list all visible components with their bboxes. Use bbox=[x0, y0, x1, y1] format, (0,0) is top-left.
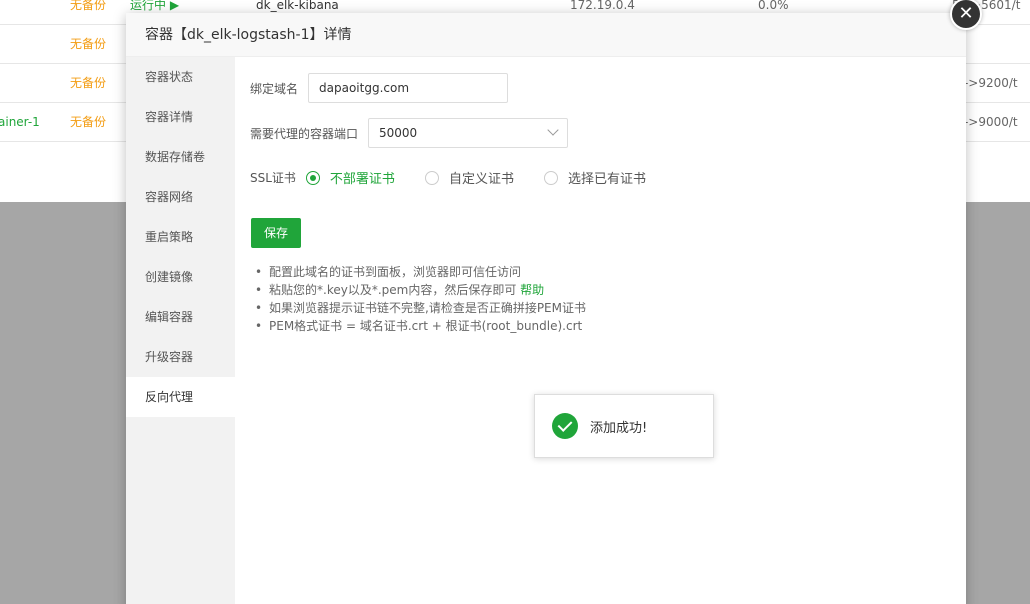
tips-list: 配置此域名的证书到面板，浏览器即可信任访问 粘贴您的*.key以及*.pem内容… bbox=[255, 263, 586, 335]
radio-checked-icon bbox=[305, 170, 320, 185]
sidebar-item-status[interactable]: 容器状态 bbox=[126, 57, 235, 97]
radio-icon bbox=[543, 170, 558, 185]
save-button[interactable]: 保存 bbox=[251, 218, 301, 248]
container-name[interactable]: ainer-1 bbox=[0, 103, 40, 142]
reverse-proxy-panel: 绑定域名 dapaoitgg.com 需要代理的容器端口 50000 SSL证书… bbox=[235, 57, 966, 604]
port-row: 需要代理的容器端口 50000 bbox=[250, 118, 569, 148]
success-toast: 添加成功! bbox=[534, 394, 714, 458]
help-link[interactable]: 帮助 bbox=[520, 283, 544, 297]
backup-status: 无备份 bbox=[70, 0, 107, 12]
sidebar-item-restart-policy[interactable]: 重启策略 bbox=[126, 217, 235, 257]
sidebar-item-edit-container[interactable]: 编辑容器 bbox=[126, 297, 235, 337]
ssl-row: SSL证书 不部署证书 自定义证书 选择已有证书 bbox=[250, 168, 676, 187]
ssl-option-existing[interactable]: 选择已有证书 bbox=[543, 168, 646, 187]
port-select[interactable]: 50000 bbox=[368, 118, 569, 148]
check-icon bbox=[552, 413, 578, 439]
container-detail-modal: 容器【dk_elk-logstash-1】详情 容器状态 容器详情 数据存储卷 … bbox=[126, 13, 966, 604]
tip-item: 如果浏览器提示证书链不完整,请检查是否正确拼接PEM证书 bbox=[255, 299, 586, 317]
backup-status: 无备份 bbox=[70, 115, 107, 129]
tip-item: 配置此域名的证书到面板，浏览器即可信任访问 bbox=[255, 263, 586, 281]
backup-status: 无备份 bbox=[70, 76, 107, 90]
sidebar-item-volumes[interactable]: 数据存储卷 bbox=[126, 137, 235, 177]
modal-title: 容器【dk_elk-logstash-1】详情 bbox=[126, 13, 966, 57]
sidebar-item-upgrade-container[interactable]: 升级容器 bbox=[126, 337, 235, 377]
domain-label: 绑定域名 bbox=[250, 81, 299, 96]
sidebar-item-create-image[interactable]: 创建镜像 bbox=[126, 257, 235, 297]
radio-icon bbox=[424, 170, 439, 185]
sidebar-item-details[interactable]: 容器详情 bbox=[126, 97, 235, 137]
tip-item: PEM格式证书 = 域名证书.crt + 根证书(root_bundle).cr… bbox=[255, 317, 586, 335]
backup-status: 无备份 bbox=[70, 37, 107, 51]
chevron-down-icon bbox=[547, 124, 559, 136]
sidebar-item-network[interactable]: 容器网络 bbox=[126, 177, 235, 217]
ssl-option-label: 不部署证书 bbox=[329, 172, 395, 187]
ssl-option-custom[interactable]: 自定义证书 bbox=[424, 168, 514, 187]
ssl-label: SSL证书 bbox=[250, 171, 296, 185]
ssl-option-none[interactable]: 不部署证书 bbox=[305, 168, 395, 187]
ssl-option-label: 选择已有证书 bbox=[567, 172, 646, 187]
tip-item: 粘贴您的*.key以及*.pem内容，然后保存即可 帮助 bbox=[255, 281, 586, 299]
sidebar-item-reverse-proxy[interactable]: 反向代理 bbox=[126, 377, 235, 417]
domain-input[interactable]: dapaoitgg.com bbox=[308, 73, 509, 103]
port-label: 需要代理的容器端口 bbox=[250, 126, 359, 141]
domain-row: 绑定域名 dapaoitgg.com bbox=[250, 73, 509, 103]
toast-message: 添加成功! bbox=[590, 420, 648, 436]
tip-text: 粘贴您的*.key以及*.pem内容，然后保存即可 bbox=[269, 283, 517, 297]
modal-sidebar: 容器状态 容器详情 数据存储卷 容器网络 重启策略 创建镜像 编辑容器 升级容器… bbox=[126, 57, 235, 604]
ssl-option-label: 自定义证书 bbox=[448, 172, 514, 187]
port-select-value: 50000 bbox=[379, 126, 418, 140]
